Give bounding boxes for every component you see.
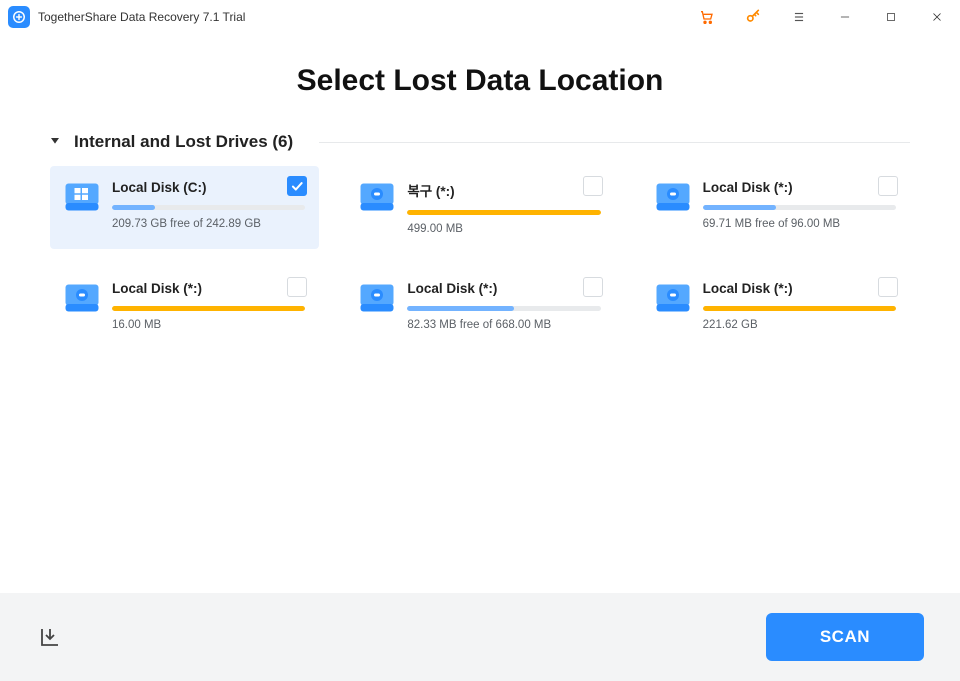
drive-usage-bar [407, 210, 600, 215]
drive-body: Local Disk (*:) 69.71 MB free of 96.00 MB [703, 180, 896, 230]
drive-grid: Local Disk (C:) 209.73 GB free of 242.89 … [50, 166, 910, 345]
drive-usage-bar [407, 306, 600, 311]
key-icon[interactable] [730, 0, 776, 34]
drive-icon [359, 182, 395, 212]
drive-name: Local Disk (*:) [112, 281, 305, 296]
drive-checkbox[interactable] [878, 176, 898, 196]
drive-body: Local Disk (*:) 82.33 MB free of 668.00 M… [407, 281, 600, 331]
drive-body: 복구 (*:) 499.00 MB [407, 180, 600, 235]
section-title: Internal and Lost Drives (6) [74, 132, 293, 152]
drive-body: Local Disk (*:) 16.00 MB [112, 281, 305, 331]
close-button[interactable] [914, 0, 960, 34]
drive-subtext: 82.33 MB free of 668.00 MB [407, 319, 600, 331]
page-title: Select Lost Data Location [30, 64, 930, 98]
drive-card[interactable]: Local Disk (*:) 221.62 GB [641, 267, 910, 345]
drive-name: Local Disk (*:) [703, 180, 896, 195]
drive-checkbox[interactable] [583, 277, 603, 297]
drive-icon [64, 182, 100, 212]
drive-subtext: 69.71 MB free of 96.00 MB [703, 218, 896, 230]
drive-subtext: 221.62 GB [703, 319, 896, 331]
drive-card[interactable]: Local Disk (C:) 209.73 GB free of 242.89 … [50, 166, 319, 249]
drive-checkbox[interactable] [878, 277, 898, 297]
maximize-button[interactable] [868, 0, 914, 34]
drive-name: Local Disk (*:) [703, 281, 896, 296]
drive-icon [655, 283, 691, 313]
app-title: TogetherShare Data Recovery 7.1 Trial [38, 10, 245, 24]
drive-usage-bar [112, 205, 305, 210]
drive-subtext: 209.73 GB free of 242.89 GB [112, 218, 305, 230]
drive-body: Local Disk (C:) 209.73 GB free of 242.89 … [112, 180, 305, 230]
titlebar: TogetherShare Data Recovery 7.1 Trial [0, 0, 960, 34]
app-logo-icon [8, 6, 30, 28]
drive-name: Local Disk (C:) [112, 180, 305, 195]
drive-name: Local Disk (*:) [407, 281, 600, 296]
drive-checkbox[interactable] [287, 176, 307, 196]
drive-usage-bar [703, 306, 896, 311]
drive-body: Local Disk (*:) 221.62 GB [703, 281, 896, 331]
drive-card[interactable]: Local Disk (*:) 82.33 MB free of 668.00 M… [345, 267, 614, 345]
drive-usage-bar [112, 306, 305, 311]
scan-button[interactable]: SCAN [766, 613, 924, 661]
drive-icon [655, 182, 691, 212]
menu-icon[interactable] [776, 0, 822, 34]
footer-bar: SCAN [0, 593, 960, 681]
minimize-button[interactable] [822, 0, 868, 34]
drive-card[interactable]: Local Disk (*:) 69.71 MB free of 96.00 MB [641, 166, 910, 249]
section-divider [319, 142, 910, 143]
drive-card[interactable]: Local Disk (*:) 16.00 MB [50, 267, 319, 345]
cart-icon[interactable] [684, 0, 730, 34]
drive-subtext: 499.00 MB [407, 223, 600, 235]
drive-icon [64, 283, 100, 313]
drive-checkbox[interactable] [287, 277, 307, 297]
section-header[interactable]: Internal and Lost Drives (6) [50, 132, 910, 152]
drive-subtext: 16.00 MB [112, 319, 305, 331]
drive-card[interactable]: 복구 (*:) 499.00 MB [345, 166, 614, 249]
drive-usage-bar [703, 205, 896, 210]
import-button[interactable] [36, 623, 64, 651]
drive-name: 복구 (*:) [407, 180, 600, 200]
collapse-caret-icon [50, 137, 60, 147]
main-content: Select Lost Data Location Internal and L… [0, 34, 960, 345]
drive-icon [359, 283, 395, 313]
drive-checkbox[interactable] [583, 176, 603, 196]
